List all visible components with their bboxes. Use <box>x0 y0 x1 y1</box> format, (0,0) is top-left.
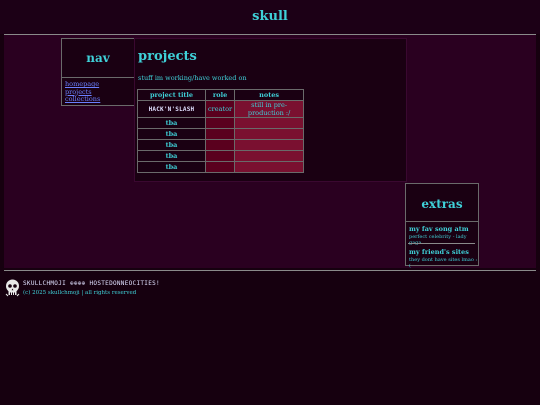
project-title-cell: tba <box>137 161 206 173</box>
notes-cell <box>234 117 305 129</box>
header: skull <box>0 0 540 34</box>
role-cell: creator <box>204 100 236 118</box>
column-header-notes: notes <box>234 89 305 101</box>
footer-badges: SKULLCHMOJI ⊕⊕⊕⊕ HOSTEDONNEOCITIES! <box>23 280 160 287</box>
role-cell <box>204 128 236 140</box>
table-header-row: project title role notes <box>137 89 305 101</box>
site-title: skull <box>252 9 288 24</box>
main-description: stuff im working/have worked on <box>138 74 247 82</box>
extras-box: extras my fav song atm perfect celebrity… <box>405 183 479 269</box>
extras-item-divider <box>408 243 475 244</box>
extras-item-desc: they dont have sites lmao :( <box>409 257 478 269</box>
project-title-cell: tba <box>137 150 206 162</box>
notes-cell <box>234 128 305 140</box>
table-row: HACK'N'SLASH creator still in pre-produc… <box>137 100 305 118</box>
role-cell <box>204 150 236 162</box>
project-title-cell: tba <box>137 128 206 140</box>
extras-title: extras <box>421 197 463 211</box>
project-title-cell: tba <box>137 117 206 129</box>
table-row: tba <box>137 161 305 173</box>
nav-links: homepage projects collections <box>65 80 100 104</box>
footer-divider <box>4 270 536 271</box>
role-cell <box>204 161 236 173</box>
nav-divider <box>62 77 134 78</box>
projects-table: project title role notes HACK'N'SLASH cr… <box>137 89 305 173</box>
extras-item-title: my fav song atm <box>409 225 469 233</box>
skull-icon <box>5 279 20 297</box>
notes-cell <box>234 139 305 151</box>
nav-link-collections[interactable]: collections <box>65 95 100 104</box>
extras-item-title: my friend's sites <box>409 248 469 256</box>
extras-divider <box>406 221 478 222</box>
project-title-cell: HACK'N'SLASH <box>137 100 206 118</box>
role-cell <box>204 139 236 151</box>
table-row: tba <box>137 150 305 162</box>
table-row: tba <box>137 139 305 151</box>
nav-box: nav homepage projects collections <box>61 38 135 106</box>
role-cell <box>204 117 236 129</box>
table-row: tba <box>137 128 305 140</box>
column-header-role: role <box>204 89 236 101</box>
project-title-logo: HACK'N'SLASH <box>148 106 195 113</box>
notes-cell <box>234 161 305 173</box>
notes-cell: still in pre-production :/ <box>234 100 305 118</box>
table-row: tba <box>137 117 305 129</box>
column-header-title: project title <box>137 89 206 101</box>
extras-item-desc: perfect celebrity - lady gaga <box>409 234 467 246</box>
notes-cell <box>234 150 305 162</box>
footer-copyright: (c) 2025 skullchmoji | all rights reserv… <box>23 290 137 296</box>
nav-title: nav <box>86 51 110 65</box>
main-title: projects <box>138 49 197 64</box>
project-title-cell: tba <box>137 139 206 151</box>
